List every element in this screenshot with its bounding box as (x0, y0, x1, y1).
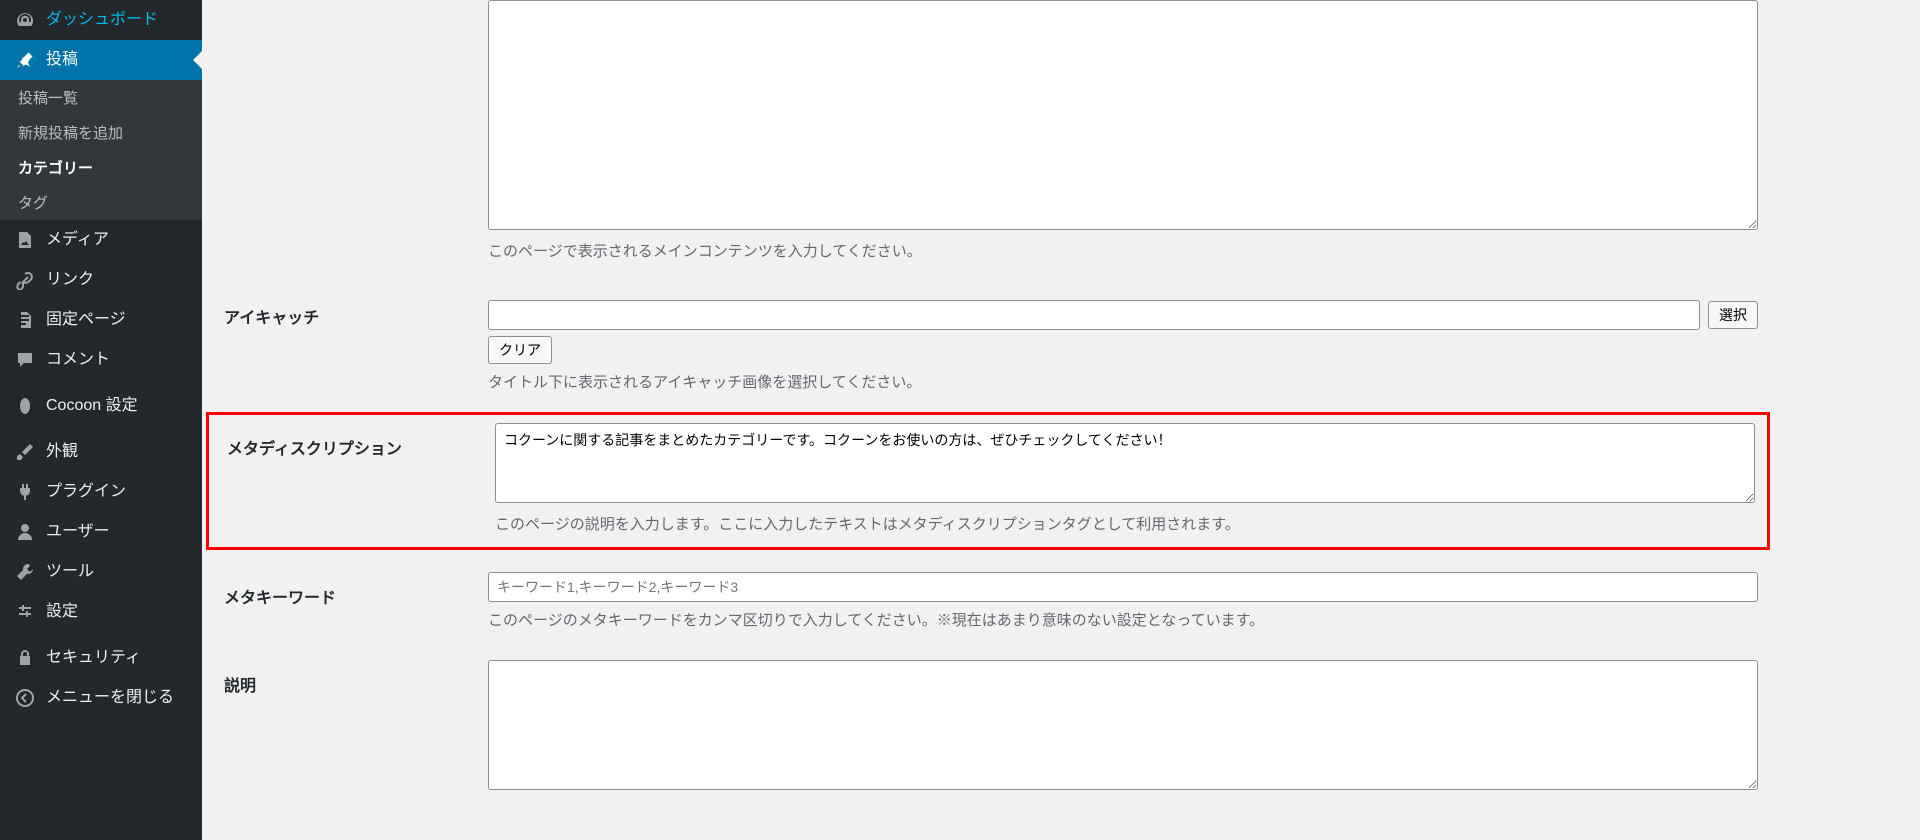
sidebar-label: リンク (46, 270, 94, 291)
brush-icon (14, 441, 36, 463)
dashboard-icon (14, 9, 36, 31)
sidebar-item-links[interactable]: リンク (0, 260, 202, 300)
eyecatch-label: アイキャッチ (202, 292, 488, 340)
meta-keywords-helper: このページのメタキーワードをカンマ区切りで入力してください。※現在はあまり意味の… (488, 610, 1758, 633)
main-content-textarea[interactable] (488, 0, 1758, 230)
sidebar-item-plugins[interactable]: プラグイン (0, 472, 202, 512)
sidebar-label: Cocoon 設定 (46, 396, 138, 417)
sidebar-item-cocoon[interactable]: Cocoon 設定 (0, 386, 202, 426)
sidebar-label: ダッシュボード (46, 10, 158, 31)
comment-icon (14, 349, 36, 371)
description-label: 説明 (202, 660, 488, 708)
eyecatch-select-button[interactable]: 選択 (1708, 301, 1758, 329)
sidebar-item-settings[interactable]: 設定 (0, 592, 202, 632)
meta-keywords-label: メタキーワード (202, 572, 488, 620)
sidebar-label: 設定 (46, 602, 78, 623)
lock-icon (14, 647, 36, 669)
sidebar-label: メディア (46, 230, 109, 251)
main-content-helper: このページで表示されるメインコンテンツを入力してください。 (488, 241, 1758, 264)
meta-keywords-input[interactable] (488, 572, 1758, 602)
meta-description-label: メタディスクリプション (209, 423, 495, 471)
sidebar-label: 固定ページ (46, 310, 126, 331)
description-textarea[interactable] (488, 660, 1758, 790)
settings-icon (14, 601, 36, 623)
eyecatch-clear-button[interactable]: クリア (488, 336, 552, 364)
sidebar-label: ツール (46, 562, 94, 583)
sidebar-item-media[interactable]: メディア (0, 220, 202, 260)
sidebar-sub-new-post[interactable]: 新規投稿を追加 (0, 115, 202, 150)
admin-sidebar: ダッシュボード 投稿 投稿一覧 新規投稿を追加 カテゴリー タグ メディア リン… (0, 0, 202, 840)
main-content: このページで表示されるメインコンテンツを入力してください。 アイキャッチ 選択 … (202, 0, 1774, 840)
page-icon (14, 309, 36, 331)
eyecatch-input[interactable] (488, 300, 1700, 330)
collapse-icon (14, 687, 36, 709)
wrench-icon (14, 561, 36, 583)
sidebar-item-appearance[interactable]: 外観 (0, 432, 202, 472)
cocoon-icon (14, 395, 36, 417)
sidebar-item-tools[interactable]: ツール (0, 552, 202, 592)
plugin-icon (14, 481, 36, 503)
sidebar-sub-categories[interactable]: カテゴリー (0, 150, 202, 185)
sidebar-label: プラグイン (46, 482, 126, 503)
main-content-label (202, 0, 488, 24)
sidebar-item-users[interactable]: ユーザー (0, 512, 202, 552)
sidebar-item-security[interactable]: セキュリティ (0, 638, 202, 678)
sidebar-item-comments[interactable]: コメント (0, 340, 202, 380)
meta-description-textarea[interactable] (495, 423, 1755, 503)
sidebar-item-posts[interactable]: 投稿 (0, 40, 202, 80)
sidebar-item-dashboard[interactable]: ダッシュボード (0, 0, 202, 40)
meta-description-highlight: メタディスクリプション このページの説明を入力します。ここに入力したテキストはメ… (206, 412, 1770, 550)
media-icon (14, 229, 36, 251)
eyecatch-helper: タイトル下に表示されるアイキャッチ画像を選択してください。 (488, 372, 1758, 395)
pin-icon (14, 49, 36, 71)
sidebar-label: セキュリティ (46, 648, 141, 669)
sidebar-label: 外観 (46, 442, 78, 463)
sidebar-label: ユーザー (46, 522, 110, 543)
link-icon (14, 269, 36, 291)
sidebar-submenu-posts: 投稿一覧 新規投稿を追加 カテゴリー タグ (0, 80, 202, 220)
sidebar-label: 投稿 (46, 50, 78, 71)
sidebar-sub-tags[interactable]: タグ (0, 185, 202, 220)
user-icon (14, 521, 36, 543)
sidebar-item-pages[interactable]: 固定ページ (0, 300, 202, 340)
sidebar-sub-all-posts[interactable]: 投稿一覧 (0, 80, 202, 115)
meta-description-helper: このページの説明を入力します。ここに入力したテキストはメタディスクリプションタグ… (495, 514, 1755, 537)
sidebar-label: コメント (46, 350, 110, 371)
sidebar-collapse[interactable]: メニューを閉じる (0, 678, 202, 718)
sidebar-label: メニューを閉じる (46, 688, 174, 709)
